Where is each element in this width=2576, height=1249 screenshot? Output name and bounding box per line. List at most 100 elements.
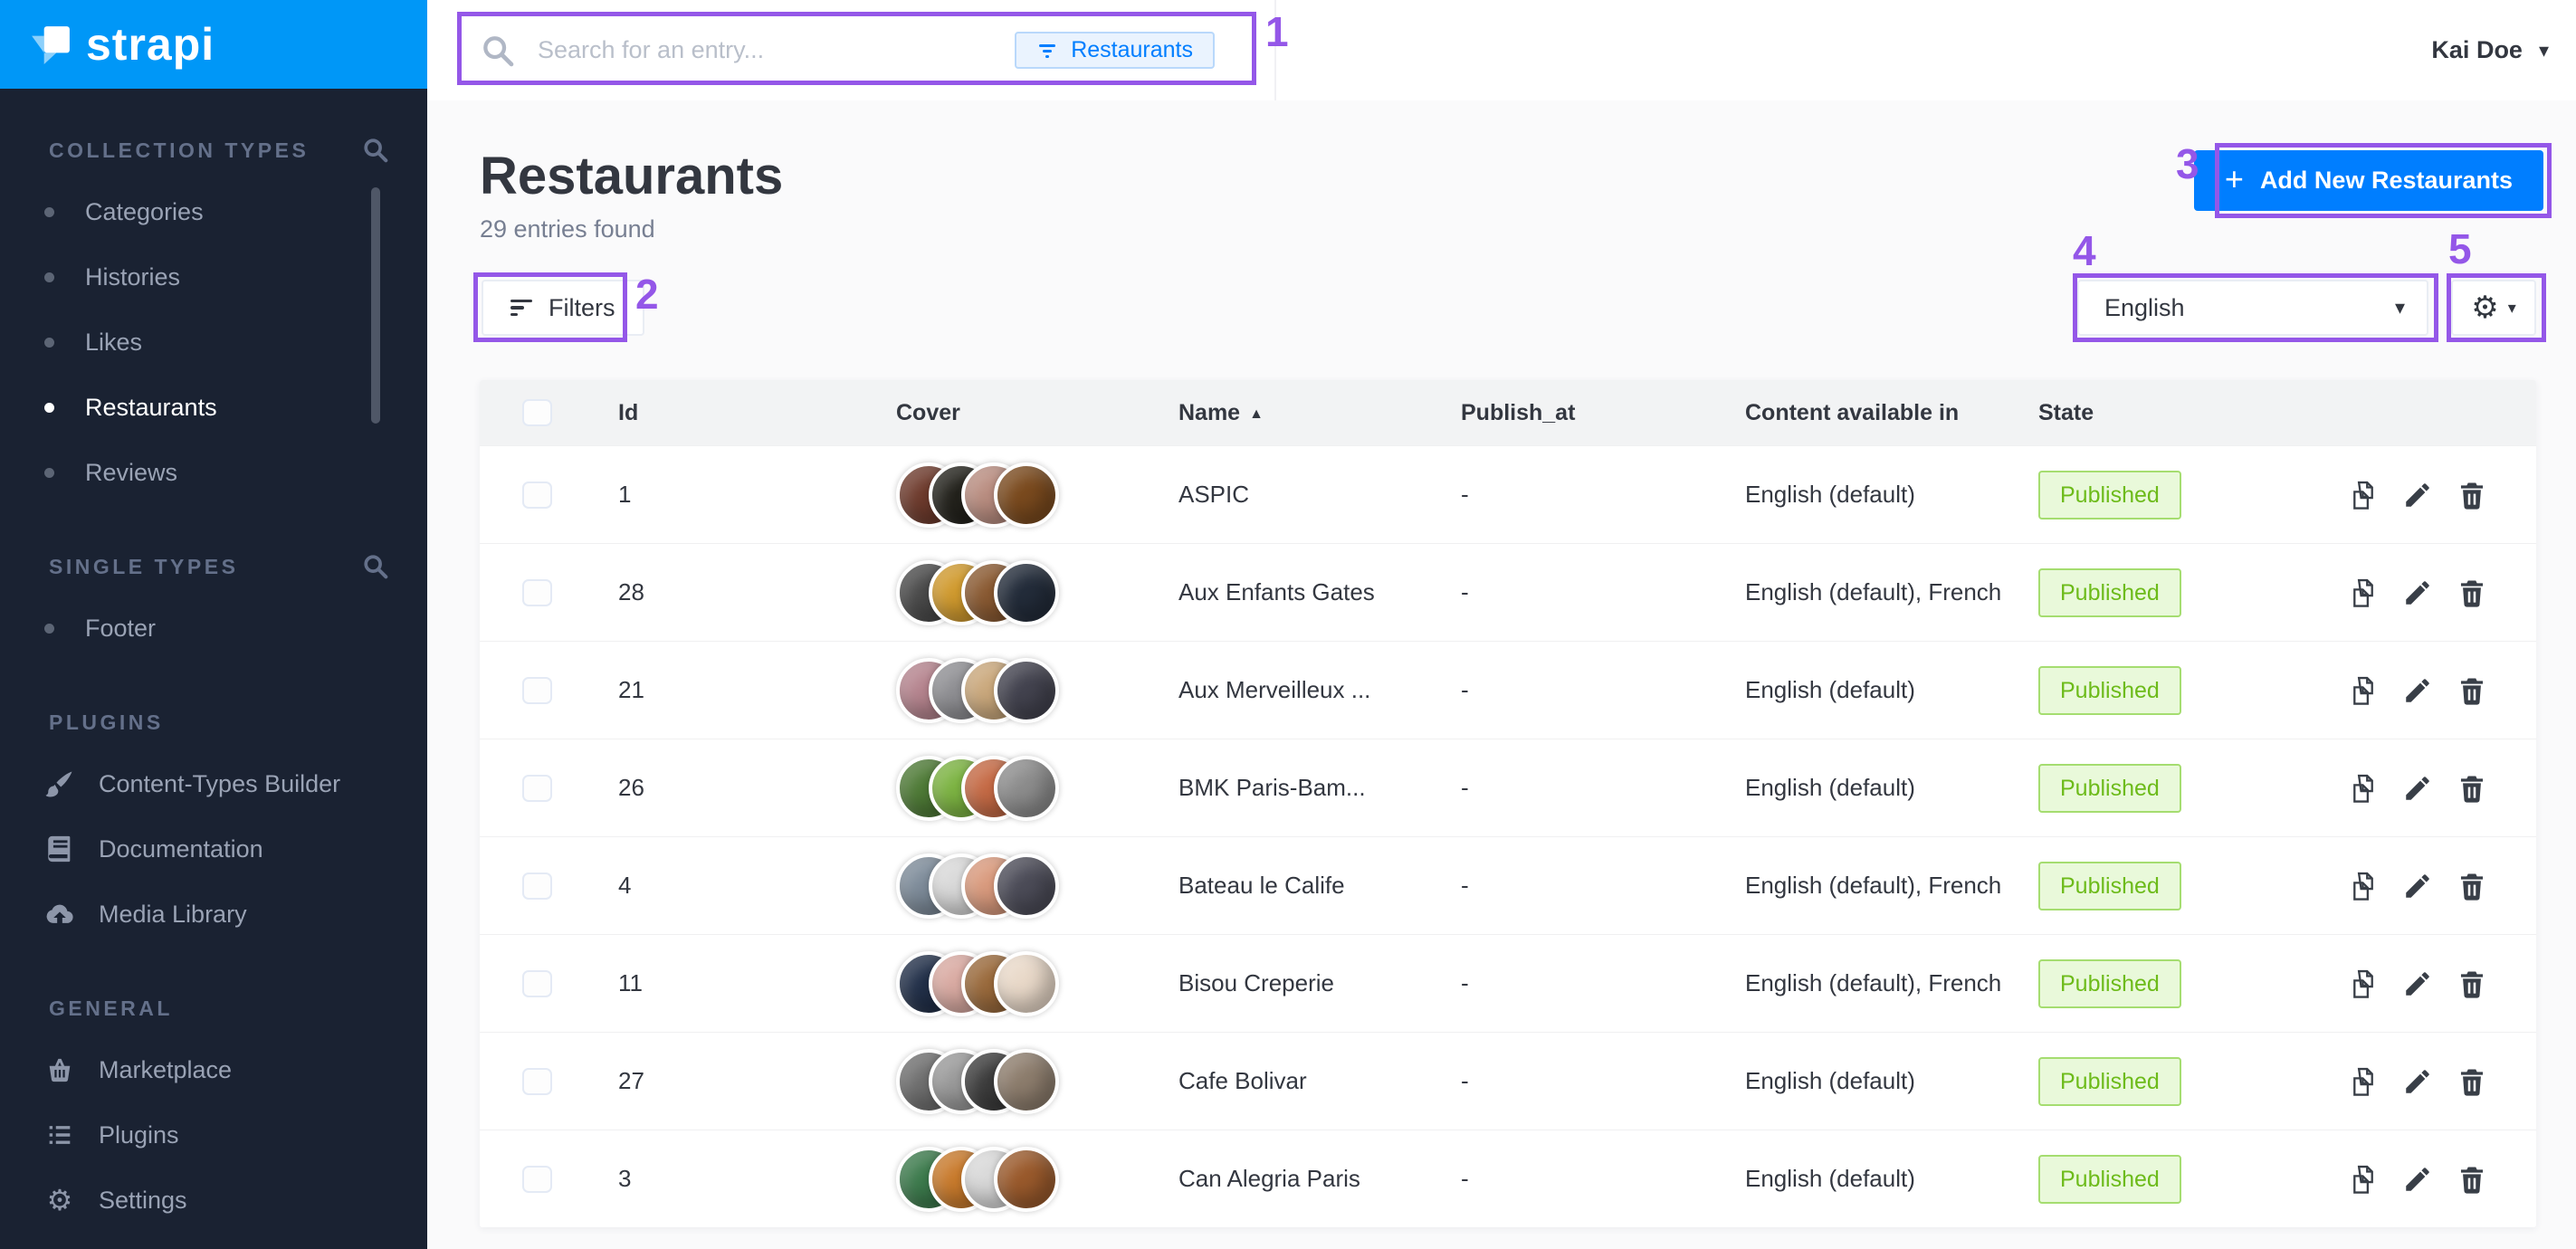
select-all-checkbox[interactable]: [522, 399, 552, 426]
locale-select[interactable]: English ▾: [2077, 280, 2428, 336]
duplicate-icon[interactable]: [2348, 871, 2379, 901]
edit-icon[interactable]: [2402, 480, 2433, 510]
table-row[interactable]: 11 Bisou Creperie - English (default), F…: [480, 934, 2536, 1032]
table-row[interactable]: 21 Aux Merveilleux ... - English (defaul…: [480, 641, 2536, 739]
sidebar-scrollbar[interactable]: [371, 187, 380, 424]
delete-icon[interactable]: [2457, 577, 2487, 608]
table-row[interactable]: 1 ASPIC - English (default) Published: [480, 445, 2536, 543]
cover-image: [994, 951, 1059, 1016]
bullet-icon: [44, 207, 54, 217]
sidebar-section: SINGLE TYPES Footer: [0, 547, 427, 661]
row-checkbox[interactable]: [522, 775, 552, 802]
table-row[interactable]: 27 Cafe Bolivar - English (default) Publ…: [480, 1032, 2536, 1130]
cell-id: 3: [618, 1165, 896, 1193]
edit-icon[interactable]: [2402, 871, 2433, 901]
sidebar-item-likes[interactable]: Likes: [0, 310, 427, 375]
column-header-name[interactable]: Name▲: [1178, 400, 1461, 426]
table-row[interactable]: 26 BMK Paris-Bam... - English (default) …: [480, 739, 2536, 836]
duplicate-icon[interactable]: [2348, 675, 2379, 706]
sidebar-item-content-types-builder[interactable]: Content-Types Builder: [0, 751, 427, 816]
row-checkbox[interactable]: [522, 677, 552, 704]
sidebar-section-heading: PLUGINS: [0, 702, 427, 742]
row-checkbox[interactable]: [522, 872, 552, 900]
table-row[interactable]: 28 Aux Enfants Gates - English (default)…: [480, 543, 2536, 641]
sidebar-section-heading: SINGLE TYPES: [0, 547, 427, 586]
sidebar-item-plugins[interactable]: Plugins: [0, 1102, 427, 1168]
sidebar-item-settings[interactable]: ⚙ Settings: [0, 1168, 427, 1233]
row-checkbox[interactable]: [522, 970, 552, 997]
sidebar-section-label: PLUGINS: [49, 710, 391, 735]
search-collection-tag[interactable]: Restaurants: [1015, 32, 1215, 69]
duplicate-icon[interactable]: [2348, 577, 2379, 608]
edit-icon[interactable]: [2402, 968, 2433, 999]
cell-name: Aux Enfants Gates: [1178, 578, 1461, 606]
cell-publish-at: -: [1461, 1165, 1745, 1193]
sidebar-item-documentation[interactable]: Documentation: [0, 816, 427, 882]
filter-icon: [1036, 40, 1058, 62]
delete-icon[interactable]: [2457, 968, 2487, 999]
brush-icon: [44, 768, 75, 799]
cell-publish-at: -: [1461, 872, 1745, 900]
cover-thumbnails: [896, 462, 1178, 528]
delete-icon[interactable]: [2457, 675, 2487, 706]
sidebar-item-label: Histories: [85, 263, 180, 291]
sidebar-item-label: Footer: [85, 615, 156, 643]
sidebar-item-marketplace[interactable]: Marketplace: [0, 1037, 427, 1102]
table-row[interactable]: 3 Can Alegria Paris - English (default) …: [480, 1130, 2536, 1227]
duplicate-icon[interactable]: [2348, 480, 2379, 510]
search-icon[interactable]: [360, 135, 391, 166]
edit-icon[interactable]: [2402, 675, 2433, 706]
column-header-content-available-in[interactable]: Content available in: [1745, 400, 2038, 426]
edit-icon[interactable]: [2402, 1066, 2433, 1097]
sidebar-item-media-library[interactable]: Media Library: [0, 882, 427, 947]
table-row[interactable]: 4 Bateau le Calife - English (default), …: [480, 836, 2536, 934]
column-header-state[interactable]: State: [2038, 400, 2310, 426]
state-badge: Published: [2038, 471, 2181, 520]
sidebar-item-reviews[interactable]: Reviews: [0, 440, 427, 505]
sidebar-item-label: Marketplace: [99, 1056, 232, 1084]
edit-icon[interactable]: [2402, 577, 2433, 608]
filters-button[interactable]: Filters: [482, 280, 644, 336]
row-checkbox[interactable]: [522, 1166, 552, 1193]
chevron-down-icon: ▾: [2395, 296, 2405, 319]
edit-icon[interactable]: [2402, 773, 2433, 804]
sidebar-item-histories[interactable]: Histories: [0, 244, 427, 310]
settings-dropdown-button[interactable]: ⚙ ▾: [2451, 280, 2536, 336]
column-header-cover[interactable]: Cover: [896, 400, 1178, 426]
cell-name: Bateau le Calife: [1178, 872, 1461, 900]
delete-icon[interactable]: [2457, 1164, 2487, 1195]
gear-icon: ⚙: [44, 1185, 75, 1216]
search-input[interactable]: [538, 36, 1015, 64]
search-icon: [480, 33, 516, 69]
sidebar-item-restaurants[interactable]: Restaurants: [0, 375, 427, 440]
edit-icon[interactable]: [2402, 1164, 2433, 1195]
state-badge: Published: [2038, 862, 2181, 911]
strapi-logo[interactable]: strapi: [0, 0, 427, 89]
entries-table: Id Cover Name▲ Publish_at Content availa…: [480, 380, 2536, 1227]
cloud-upload-icon: [44, 899, 75, 930]
cell-content-available-in: English (default): [1745, 1165, 2038, 1193]
sidebar-item-footer[interactable]: Footer: [0, 596, 427, 661]
search-icon[interactable]: [360, 551, 391, 582]
delete-icon[interactable]: [2457, 773, 2487, 804]
duplicate-icon[interactable]: [2348, 773, 2379, 804]
row-checkbox[interactable]: [522, 1068, 552, 1095]
cover-image: [994, 756, 1059, 821]
row-checkbox[interactable]: [522, 481, 552, 509]
delete-icon[interactable]: [2457, 480, 2487, 510]
duplicate-icon[interactable]: [2348, 968, 2379, 999]
row-checkbox[interactable]: [522, 579, 552, 606]
sidebar-section-label: COLLECTION TYPES: [49, 138, 360, 163]
add-new-restaurants-button[interactable]: + Add New Restaurants: [2194, 150, 2543, 211]
sidebar-item-label: Documentation: [99, 835, 263, 863]
sidebar-section-heading: COLLECTION TYPES: [0, 130, 427, 170]
duplicate-icon[interactable]: [2348, 1164, 2379, 1195]
delete-icon[interactable]: [2457, 871, 2487, 901]
column-header-id[interactable]: Id: [618, 400, 896, 426]
column-header-publish-at[interactable]: Publish_at: [1461, 400, 1745, 426]
duplicate-icon[interactable]: [2348, 1066, 2379, 1097]
sidebar-item-categories[interactable]: Categories: [0, 179, 427, 244]
user-menu[interactable]: Kai Doe ▾: [2431, 36, 2576, 64]
cell-id: 11: [618, 969, 896, 997]
delete-icon[interactable]: [2457, 1066, 2487, 1097]
